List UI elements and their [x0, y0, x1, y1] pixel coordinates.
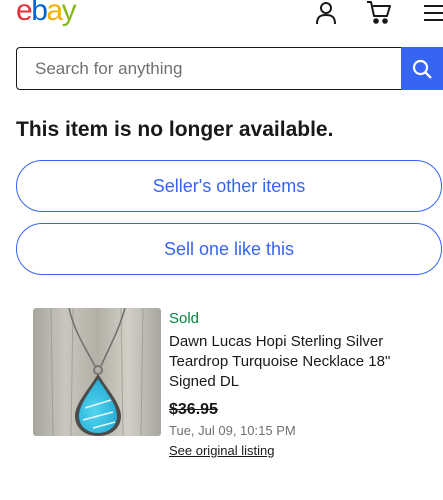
item-price: $36.95	[169, 401, 218, 418]
account-icon[interactable]	[313, 0, 339, 26]
item-title[interactable]: Dawn Lucas Hopi Sterling Silver Teardrop…	[169, 332, 429, 392]
search-button[interactable]	[401, 47, 443, 90]
search-bar	[16, 47, 443, 90]
sell-one-like-this-button[interactable]: Sell one like this	[16, 223, 442, 275]
search-input[interactable]	[16, 47, 401, 90]
menu-icon[interactable]	[421, 0, 443, 26]
see-original-listing-link[interactable]: See original listing	[169, 441, 275, 461]
search-icon	[412, 59, 432, 79]
cart-icon[interactable]	[366, 0, 392, 26]
sold-date: Tue, Jul 09, 10:15 PM	[169, 423, 296, 438]
sold-status: Sold	[169, 310, 200, 327]
item-info: Sold Dawn Lucas Hopi Sterling Silver Tea…	[169, 308, 429, 461]
item-card[interactable]: Sold Dawn Lucas Hopi Sterling Silver Tea…	[33, 308, 433, 478]
ebay-logo[interactable]: ebay	[16, 0, 77, 28]
header: ebay	[0, 0, 443, 34]
sellers-other-items-button[interactable]: Seller's other items	[16, 160, 442, 212]
page-title: This item is no longer available.	[16, 118, 334, 141]
item-image[interactable]	[33, 308, 161, 436]
